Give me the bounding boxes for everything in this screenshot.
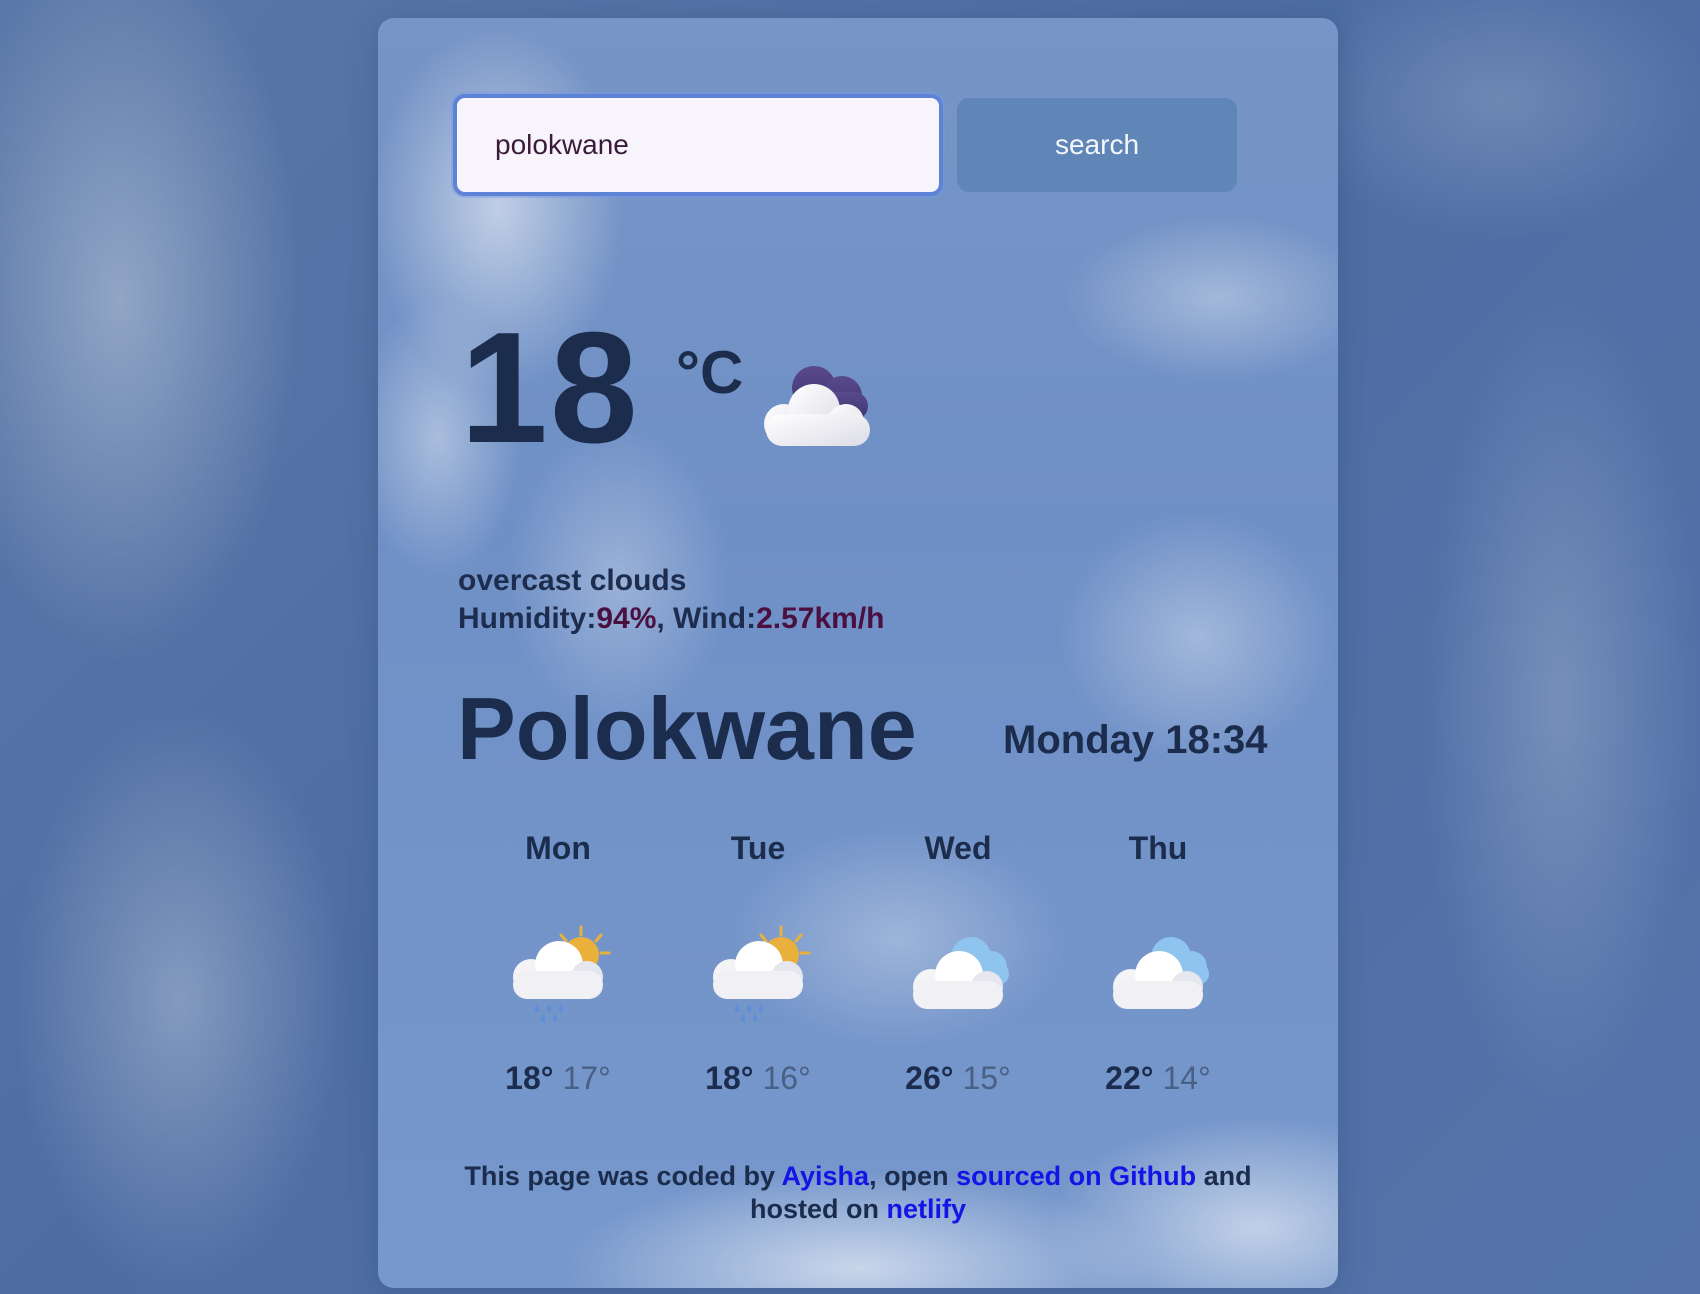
- forecast-min: 15°: [962, 1060, 1011, 1096]
- forecast-day: Thu 22° 14°: [1058, 830, 1258, 1097]
- github-link[interactable]: sourced on Github: [956, 1161, 1196, 1191]
- forecast-min: 14°: [1162, 1060, 1211, 1096]
- forecast-day-name: Wed: [924, 830, 992, 866]
- footer-text: , open: [869, 1161, 957, 1191]
- forecast-temps: 18° 17°: [458, 1060, 658, 1097]
- forecast-temps: 26° 15°: [858, 1060, 1058, 1097]
- netlify-link[interactable]: netlify: [886, 1194, 966, 1224]
- forecast-max: 18°: [505, 1060, 554, 1096]
- temperature-unit: °C: [676, 339, 744, 406]
- forecast-day: Wed 26° 15°: [858, 830, 1058, 1097]
- wind-label: , Wind:: [656, 602, 757, 635]
- search-form: search: [453, 94, 1237, 196]
- sun-cloud-rain-icon: [658, 900, 858, 1050]
- footer-text: This page was coded by: [464, 1161, 782, 1191]
- overcast-cloud-icon: [752, 358, 882, 463]
- humidity-value: 94%: [596, 602, 657, 635]
- forecast-day-name: Thu: [1128, 830, 1188, 866]
- humidity-label: Humidity:: [458, 602, 597, 635]
- footer: This page was coded by Ayisha, open sour…: [418, 1160, 1298, 1226]
- cloudy-icon: [1058, 900, 1258, 1050]
- forecast-max: 18°: [705, 1060, 754, 1096]
- forecast-max: 22°: [1105, 1060, 1154, 1096]
- cloudy-icon: [858, 900, 1058, 1050]
- forecast: Mon 18° 17° Tue 18° 16° Wed 26° 15° Thu …: [458, 830, 1278, 1097]
- current-temperature: 18: [460, 300, 640, 476]
- weather-description: overcast clouds: [458, 564, 687, 597]
- forecast-min: 17°: [562, 1060, 611, 1096]
- weather-card: search 18 °C: [378, 18, 1338, 1288]
- forecast-day-name: Mon: [525, 830, 591, 866]
- forecast-day: Mon 18° 17°: [458, 830, 658, 1097]
- forecast-max: 26°: [905, 1060, 954, 1096]
- forecast-temps: 18° 16°: [658, 1060, 858, 1097]
- date-time: Monday 18:34: [1003, 718, 1268, 762]
- forecast-day: Tue 18° 16°: [658, 830, 858, 1097]
- forecast-day-name: Tue: [730, 830, 786, 866]
- wind-value: 2.57km/h: [756, 602, 885, 635]
- city-search-input[interactable]: [453, 94, 943, 196]
- city-name: Polokwane: [457, 679, 917, 778]
- author-link[interactable]: Ayisha: [782, 1161, 870, 1191]
- weather-details: Humidity:94%, Wind:2.57km/h: [458, 602, 885, 636]
- forecast-min: 16°: [762, 1060, 811, 1096]
- sun-cloud-rain-icon: [458, 900, 658, 1050]
- forecast-temps: 22° 14°: [1058, 1060, 1258, 1097]
- search-button[interactable]: search: [957, 98, 1237, 192]
